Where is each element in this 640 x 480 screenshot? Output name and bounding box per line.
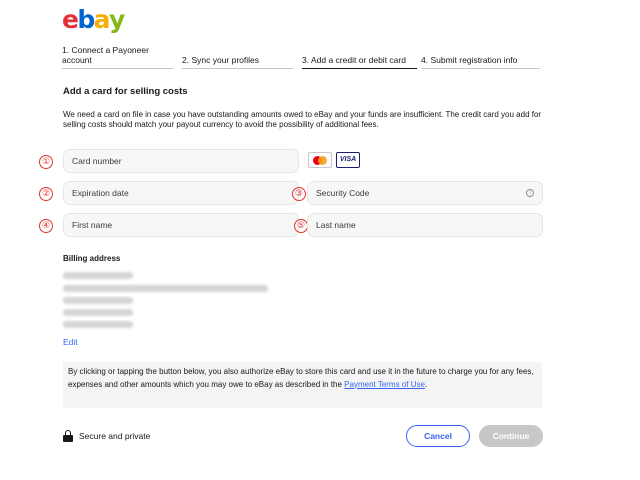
mastercard-orange-circle [318,156,327,165]
first-name-placeholder: First name [72,220,113,230]
authorization-text: By clicking or tapping the button below,… [68,367,534,389]
ebay-logo: ebay [62,5,125,34]
visa-icon: VISA [336,152,360,168]
logo-letter-a: a [93,5,111,34]
step-label: 3. Add a credit or debit card [302,55,406,65]
last-name-placeholder: Last name [316,220,356,230]
authorization-notice: By clicking or tapping the button below,… [63,362,542,408]
expiration-date-input[interactable]: Expiration date [63,181,299,205]
secure-label: Secure and private [79,431,151,441]
info-icon[interactable]: i [526,189,534,197]
step-label: 4. Submit registration info [421,55,518,65]
edit-billing-link[interactable]: Edit [63,337,78,347]
first-name-input[interactable]: First name [63,213,299,237]
redacted-address-line [63,272,133,279]
card-number-input[interactable]: Card number [63,149,299,173]
step-add-card: 3. Add a credit or debit card [302,43,417,69]
billing-address-title: Billing address [63,254,121,263]
cancel-button[interactable]: Cancel [406,425,470,447]
card-number-placeholder: Card number [72,156,122,166]
logo-letter-e: e [62,5,79,34]
continue-button[interactable]: Continue [479,425,543,447]
step-label: 2. Sync your profiles [182,55,260,65]
step-connect-payoneer: 1. Connect a Payoneer account [62,43,173,69]
redacted-address-line [63,309,133,316]
redacted-address-line [63,321,133,328]
step-label: 1. Connect a Payoneer account [62,45,149,65]
step-sync-profiles: 2. Sync your profiles [182,43,293,69]
last-name-input[interactable]: Last name [307,213,543,237]
mastercard-icon [308,152,332,168]
annotation-marker-1: ① [39,155,53,169]
annotation-marker-5: ⑤ [294,219,308,233]
lock-icon [63,430,73,442]
secure-indicator: Secure and private [63,430,150,442]
annotation-marker-2: ② [39,187,53,201]
section-title: Add a card for selling costs [63,86,188,97]
logo-letter-y: y [108,5,125,34]
step-submit-registration: 4. Submit registration info [421,43,540,69]
authorization-end: . [424,379,428,389]
security-code-placeholder: Security Code [316,188,370,198]
card-description: We need a card on file in case you have … [63,110,542,129]
expiration-date-placeholder: Expiration date [72,188,129,198]
logo-letter-b: b [77,5,95,34]
progress-steps: 1. Connect a Payoneer account 2. Sync yo… [62,43,540,71]
annotation-marker-4: ④ [39,219,53,233]
redacted-address-line [63,297,133,304]
security-code-input[interactable]: Security Code i [307,181,543,205]
payment-terms-link[interactable]: Payment Terms of Use [344,380,425,389]
redacted-address-line [63,285,268,292]
annotation-marker-3: ③ [292,187,306,201]
